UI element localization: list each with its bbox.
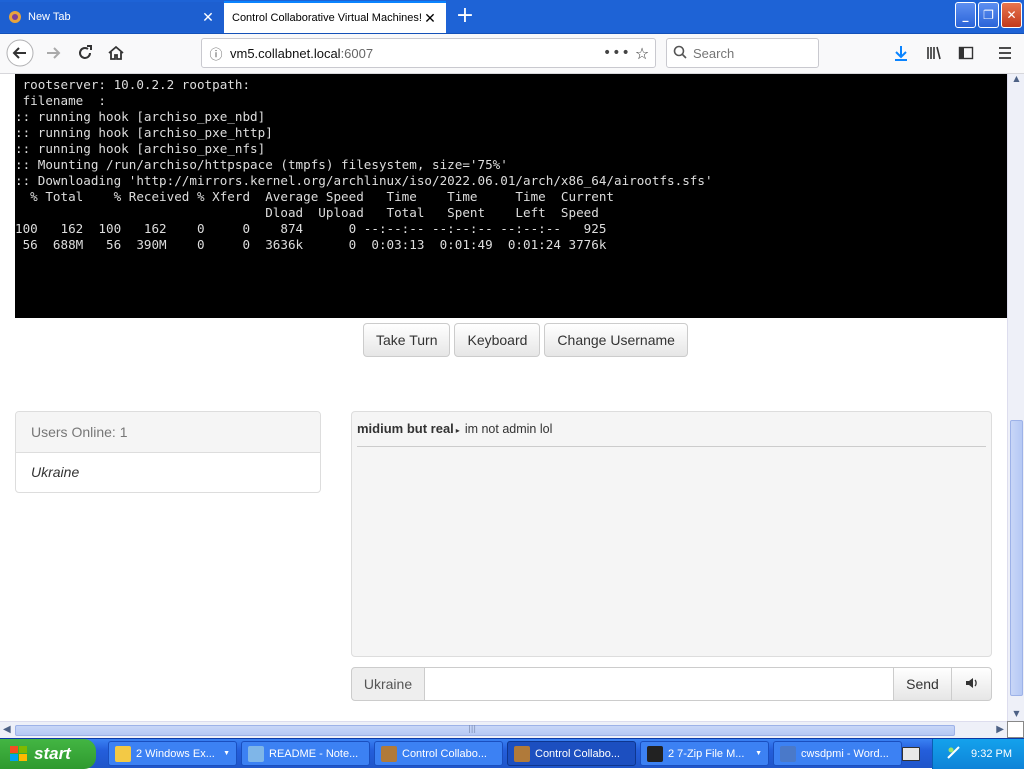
hamburger-menu-icon — [997, 45, 1013, 64]
taskbar-item[interactable]: 2 Windows Ex... ▼ — [108, 741, 237, 766]
close-tab-icon[interactable]: ✕ — [200, 9, 216, 25]
taskbar-item[interactable]: 2 7-Zip File M... ▼ — [640, 741, 769, 766]
search-icon — [673, 45, 687, 62]
home-icon — [107, 44, 125, 65]
tab-control-collaborative[interactable]: Control Collaborative Virtual Machines! … — [224, 1, 446, 33]
vm-screen[interactable]: rootserver: 10.0.2.2 rootpath: filename … — [15, 74, 1007, 318]
take-turn-button[interactable]: Take Turn — [363, 323, 451, 357]
chat-input-group: Ukraine Send — [351, 667, 992, 701]
app-icon — [115, 745, 131, 762]
search-bar[interactable] — [666, 38, 819, 68]
taskbar-item-label: cwsdpmi - Word... — [801, 747, 889, 760]
taskbar-item-label: README - Note... — [269, 747, 359, 760]
app-icon — [381, 745, 397, 762]
chat-message-text: im not admin lol — [464, 422, 553, 436]
scroll-up-icon[interactable]: ▲ — [1010, 74, 1023, 86]
close-tab-icon[interactable]: ✕ — [422, 10, 438, 26]
search-input[interactable] — [693, 45, 803, 61]
send-button[interactable]: Send — [894, 667, 952, 701]
vertical-scroll-thumb[interactable] — [1010, 420, 1023, 696]
library-icon — [926, 45, 942, 64]
forward-arrow-icon — [44, 44, 62, 65]
app-icon — [248, 745, 264, 762]
taskbar-item[interactable]: cwsdpmi - Word... — [773, 741, 902, 766]
system-tray: 9:32 PM — [932, 739, 1024, 769]
clock[interactable]: 9:32 PM — [971, 748, 1012, 760]
keyboard-button[interactable]: Keyboard — [454, 323, 541, 357]
start-button[interactable]: start — [0, 739, 96, 769]
taskbar-item-label: 2 Windows Ex... — [136, 747, 215, 760]
taskbar-items: 2 Windows Ex... ▼ README - Note... Control … — [108, 741, 902, 766]
horizontal-scroll-thumb[interactable] — [15, 725, 955, 736]
chat-message-username: midium but real — [357, 421, 454, 436]
tab-new-tab[interactable]: New Tab ✕ — [0, 2, 224, 32]
user-list-item: Ukraine — [31, 464, 80, 480]
chat-message-input[interactable] — [425, 667, 894, 701]
windows-taskbar: start 2 Windows Ex... ▼ README - Note... Co… — [0, 738, 1024, 769]
change-username-button[interactable]: Change Username — [544, 323, 688, 357]
menu-button[interactable] — [990, 39, 1020, 69]
download-arrow-icon — [893, 45, 909, 64]
taskbar-item-label: Control Collabo... — [402, 747, 487, 760]
chat-panel[interactable]: midium but real ▸ im not admin lol — [351, 411, 992, 657]
firefox-favicon-icon — [8, 10, 22, 24]
home-button[interactable] — [101, 39, 131, 69]
sidebar-icon — [958, 45, 974, 64]
app-icon — [514, 745, 530, 762]
reload-button[interactable] — [70, 39, 100, 69]
windows-logo-icon — [10, 746, 28, 762]
horizontal-scrollbar[interactable]: ◀ ||| ▶ — [0, 721, 1007, 738]
group-dropdown-icon: ▼ — [223, 750, 230, 757]
scrollbar-corner — [1007, 721, 1024, 738]
restore-window-icon[interactable]: ❐ — [978, 2, 999, 28]
site-info-icon[interactable]: ⓘ — [202, 44, 230, 63]
start-label: start — [34, 744, 71, 763]
url-host: vm5.collabnet.local — [230, 45, 341, 61]
reload-icon — [76, 44, 94, 65]
scroll-grip-icon: ||| — [468, 724, 477, 733]
tab-title: Control Collaborative Virtual Machines! — [232, 12, 422, 24]
new-tab-plus-icon[interactable]: + — [452, 4, 478, 30]
chat-username-label: Ukraine — [351, 667, 425, 701]
forward-button[interactable] — [38, 39, 68, 69]
terminal-output: rootserver: 10.0.2.2 rootpath: filename … — [15, 77, 713, 252]
taskbar-item[interactable]: Control Collabo... — [507, 741, 636, 766]
taskbar-item[interactable]: Control Collabo... — [374, 741, 503, 766]
url-port: :6007 — [340, 45, 374, 61]
close-window-icon[interactable]: ✕ — [1001, 2, 1022, 28]
minimize-window-icon[interactable]: _ — [955, 2, 976, 28]
app-icon — [780, 745, 796, 762]
back-button[interactable] — [5, 39, 35, 69]
voice-button[interactable] — [952, 667, 992, 701]
browser-tab-bar: New Tab ✕ Control Collaborative Virtual … — [0, 0, 1024, 34]
page-actions-icon[interactable]: ••• — [603, 45, 630, 61]
users-online-header: Users Online: 1 — [16, 412, 320, 453]
browser-nav-bar: ⓘ vm5.collabnet.local:6007 ••• ☆ — [0, 34, 1024, 74]
scroll-left-icon[interactable]: ◀ — [3, 724, 11, 735]
arrow-right-icon: ▸ — [455, 426, 460, 435]
url-text[interactable]: vm5.collabnet.local:6007 — [230, 46, 603, 61]
taskbar-item-label: 2 7-Zip File M... — [668, 747, 745, 760]
sidebar-button[interactable] — [951, 39, 981, 69]
app-icon — [647, 745, 663, 762]
keyboard-layout-icon[interactable] — [902, 747, 920, 761]
address-bar[interactable]: ⓘ vm5.collabnet.local:6007 ••• ☆ — [201, 38, 656, 68]
tab-title: New Tab — [28, 11, 71, 23]
back-arrow-icon — [6, 39, 34, 70]
scroll-down-icon[interactable]: ▼ — [1010, 709, 1023, 721]
vm-controls: Take Turn Keyboard Change Username — [363, 323, 688, 357]
scroll-right-icon[interactable]: ▶ — [996, 724, 1004, 735]
taskbar-item-label: Control Collabo... — [535, 747, 620, 760]
network-tray-icon[interactable] — [947, 745, 961, 763]
speaker-icon — [965, 677, 979, 692]
taskbar-item[interactable]: README - Note... — [241, 741, 370, 766]
library-button[interactable] — [919, 39, 949, 69]
vertical-scrollbar[interactable]: ▲ ▼ — [1007, 74, 1024, 721]
chat-message: midium but real ▸ im not admin lol — [357, 412, 986, 447]
bookmark-star-icon[interactable]: ☆ — [629, 44, 655, 63]
downloads-button[interactable] — [886, 39, 916, 69]
group-dropdown-icon: ▼ — [755, 750, 762, 757]
users-online-panel: Users Online: 1 Ukraine — [15, 411, 321, 493]
